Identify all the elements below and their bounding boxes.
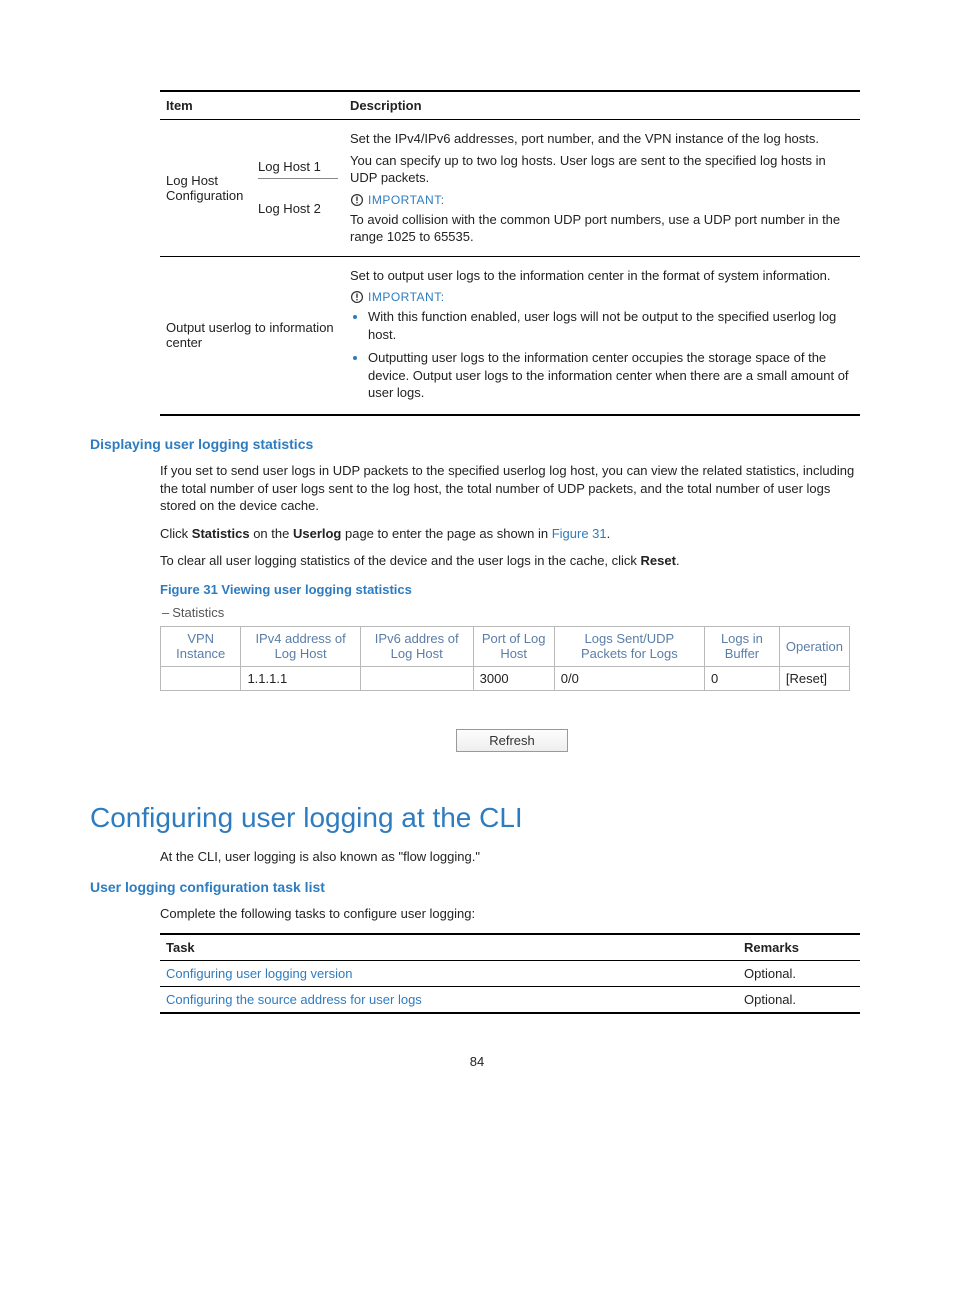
description-table: Item Description Log Host Configuration …: [160, 90, 860, 416]
stats-para-1: If you set to send user logs in UDP pack…: [160, 462, 864, 515]
cell-host-list: Log Host 1 Log Host 2: [252, 120, 344, 257]
important-note: IMPORTANT:: [350, 290, 854, 304]
cli-para-1: At the CLI, user logging is also known a…: [160, 848, 864, 866]
cell-log-host-desc: Set the IPv4/IPv6 addresses, port number…: [344, 120, 860, 257]
text: on the: [250, 526, 293, 541]
cell-remarks: Optional.: [738, 987, 860, 1014]
bold-reset: Reset: [641, 553, 676, 568]
reset-link[interactable]: [Reset]: [779, 666, 849, 690]
task-table: Task Remarks Configuring user logging ve…: [160, 933, 860, 1014]
cell-output-userlog: Output userlog to information center: [160, 256, 344, 415]
heading-cli: Configuring user logging at the CLI: [90, 802, 864, 834]
cell-sent: 0/0: [554, 666, 704, 690]
col-ipv6: IPv6 addres of Log Host: [360, 626, 473, 666]
bold-statistics: Statistics: [192, 526, 250, 541]
text: .: [607, 526, 611, 541]
important-label: IMPORTANT:: [368, 193, 445, 207]
col-port: Port of Log Host: [473, 626, 554, 666]
important-icon: [350, 193, 364, 207]
col-vpn: VPN Instance: [161, 626, 241, 666]
bold-userlog: Userlog: [293, 526, 341, 541]
cell-output-desc: Set to output user logs to the informati…: [344, 256, 860, 415]
cell-ipv6: [360, 666, 473, 690]
heading-display-stats: Displaying user logging statistics: [90, 436, 864, 452]
cell-vpn: [161, 666, 241, 690]
heading-task-list: User logging configuration task list: [90, 879, 864, 895]
statistics-table: VPN Instance IPv4 address of Log Host IP…: [160, 626, 850, 691]
link-figure-31[interactable]: Figure 31: [552, 526, 607, 541]
important-label: IMPORTANT:: [368, 290, 445, 304]
stats-table-title: Statistics: [162, 605, 864, 620]
cell-buffer: 0: [704, 666, 779, 690]
link-task-source[interactable]: Configuring the source address for user …: [166, 992, 422, 1007]
table-row: Configuring the source address for user …: [160, 987, 860, 1014]
col-remarks: Remarks: [738, 934, 860, 961]
text: page to enter the page as shown in: [341, 526, 551, 541]
log-host-2-label: Log Host 2: [258, 179, 338, 221]
bullet-item: Outputting user logs to the information …: [368, 349, 854, 402]
figure-caption: Figure 31 Viewing user logging statistic…: [160, 582, 864, 597]
desc-para: To avoid collision with the common UDP p…: [350, 211, 854, 246]
col-op: Operation: [779, 626, 849, 666]
desc-para: You can specify up to two log hosts. Use…: [350, 152, 854, 187]
col-description: Description: [344, 91, 860, 120]
text: .: [676, 553, 680, 568]
stats-para-3: To clear all user logging statistics of …: [160, 552, 864, 570]
important-icon: [350, 290, 364, 304]
cell-remarks: Optional.: [738, 961, 860, 987]
refresh-button[interactable]: Refresh: [456, 729, 568, 752]
col-item: Item: [160, 91, 344, 120]
col-ipv4: IPv4 address of Log Host: [241, 626, 360, 666]
link-task-version[interactable]: Configuring user logging version: [166, 966, 352, 981]
text: Click: [160, 526, 192, 541]
col-task: Task: [160, 934, 738, 961]
log-host-1-label: Log Host 1: [258, 155, 338, 179]
text: To clear all user logging statistics of …: [160, 553, 641, 568]
important-note: IMPORTANT:: [350, 193, 854, 207]
table-row: Configuring user logging version Optiona…: [160, 961, 860, 987]
cell-log-host-config: Log Host Configuration: [160, 120, 252, 257]
col-sent: Logs Sent/UDP Packets for Logs: [554, 626, 704, 666]
bullet-item: With this function enabled, user logs wi…: [368, 308, 854, 343]
cell-port: 3000: [473, 666, 554, 690]
desc-para: Set the IPv4/IPv6 addresses, port number…: [350, 130, 854, 148]
page-number: 84: [90, 1054, 864, 1069]
desc-para: Set to output user logs to the informati…: [350, 267, 854, 285]
col-buffer: Logs in Buffer: [704, 626, 779, 666]
cell-ipv4: 1.1.1.1: [241, 666, 360, 690]
stats-para-2: Click Statistics on the Userlog page to …: [160, 525, 864, 543]
cli-para-2: Complete the following tasks to configur…: [160, 905, 864, 923]
table-row: 1.1.1.1 3000 0/0 0 [Reset]: [161, 666, 850, 690]
